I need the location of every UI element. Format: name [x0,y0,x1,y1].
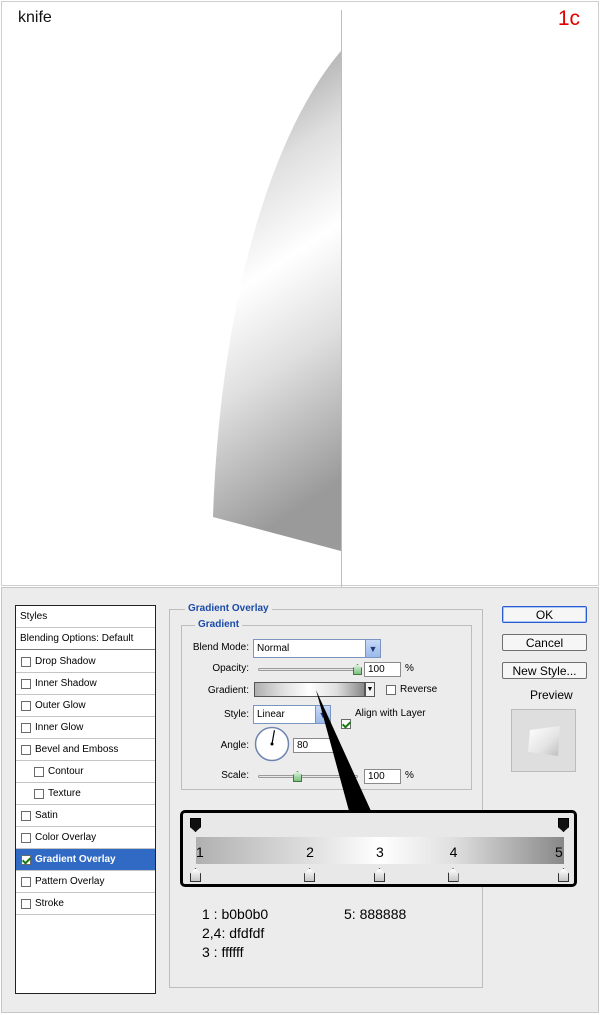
note-line-2: 2,4: dfdfdf [202,925,265,941]
style-item-label: Satin [35,810,58,821]
opacity-input[interactable]: 100 [364,662,401,677]
angle-label: Angle: [220,740,249,751]
opacity-stop[interactable] [558,818,569,832]
blend-mode-label: Blend Mode: [192,642,249,653]
style-item-checkbox[interactable] [21,656,31,667]
opacity-unit: % [405,663,414,674]
style-item-label: Inner Glow [35,722,84,733]
step-label: 1c [557,7,580,30]
style-item[interactable]: Satin [16,805,155,827]
style-item[interactable]: Texture [16,783,155,805]
style-item-label: Stroke [35,898,64,909]
color-stop[interactable] [190,868,201,882]
gradient-stop-label: 5 [555,844,563,860]
color-stop[interactable] [447,868,459,882]
gradient-stop-label: 4 [449,844,458,860]
color-stop[interactable] [558,868,569,882]
preview-shape [528,726,560,756]
style-value: Linear [257,709,285,720]
preview-label: Preview [530,688,573,702]
style-item[interactable]: Contour [16,761,155,783]
style-item-checkbox[interactable] [21,898,31,909]
blending-options-item[interactable]: Blending Options: Default [16,628,155,650]
reverse-checkbox[interactable] [386,685,396,695]
section-title: Gradient Overlay [185,603,272,614]
gradient-editor-callout: 1 2 3 4 5 [180,810,577,887]
opacity-value: 100 [368,664,385,675]
style-item[interactable]: Outer Glow [16,695,155,717]
style-item[interactable]: Gradient Overlay [16,849,155,871]
reverse-label: Reverse [400,684,438,695]
blending-options-label: Blending Options: Default [20,633,134,644]
style-item-checkbox[interactable] [21,854,31,865]
gradient-group-title: Gradient [195,619,243,630]
style-label: Style: [223,709,249,720]
style-item-label: Bevel and Emboss [35,744,119,755]
style-item[interactable]: Stroke [16,893,155,915]
ok-button[interactable]: OK [502,606,587,623]
style-item-label: Gradient Overlay [35,854,116,865]
scale-unit: % [405,770,414,781]
style-item[interactable]: Inner Glow [16,717,155,739]
color-stop[interactable] [304,868,316,882]
style-item-label: Pattern Overlay [35,876,105,887]
layer-style-dialog: Styles Blending Options: Default Drop Sh… [1,587,599,1013]
style-item-label: Drop Shadow [35,656,96,667]
opacity-stop[interactable] [190,818,201,832]
blend-mode-value: Normal [257,643,290,654]
angle-dial-center [270,742,274,746]
canvas-title: knife [18,9,52,26]
style-item-checkbox[interactable] [21,678,31,689]
style-item-checkbox[interactable] [21,700,31,711]
style-item[interactable]: Pattern Overlay [16,871,155,893]
scale-label: Scale: [221,770,249,781]
note-line-1-right: 5: 888888 [344,906,407,922]
gradient-stop-label: 2 [306,844,314,860]
style-item-checkbox[interactable] [34,788,44,799]
gradient-label: Gradient: [207,685,249,696]
style-item-label: Outer Glow [35,700,86,711]
opacity-slider-track[interactable] [258,668,358,671]
document-canvas[interactable]: knife 1c [1,1,599,587]
style-item-checkbox[interactable] [21,722,31,733]
style-item[interactable]: Bevel and Emboss [16,739,155,761]
callout-pointer-shape [316,690,371,811]
style-item-label: Color Overlay [35,832,97,843]
style-item[interactable]: Drop Shadow [16,651,155,673]
angle-dial[interactable] [254,726,290,762]
new-style-button[interactable]: New Style... [502,662,587,679]
style-item[interactable]: Color Overlay [16,827,155,849]
note-line-1: 1 : b0b0b0 [202,906,269,922]
style-item-label: Inner Shadow [35,678,97,689]
style-item[interactable]: Inner Shadow [16,673,155,695]
opacity-label: Opacity: [212,663,249,674]
style-item-checkbox[interactable] [21,832,31,843]
knife-illustration [213,10,342,587]
style-item-checkbox[interactable] [21,744,31,755]
styles-header-label: Styles [20,611,48,622]
gradient-stop-label: 3 [376,844,384,860]
knife-blade-shape [213,51,341,551]
callout-pointer [316,690,371,811]
note-line-3: 3 : ffffff [202,944,244,960]
styles-header[interactable]: Styles [16,606,155,628]
chevron-down-icon[interactable]: ▼ [365,640,380,657]
blend-mode-select[interactable]: Normal ▼ [253,639,381,658]
cancel-button[interactable]: Cancel [502,634,587,651]
style-item-checkbox[interactable] [34,766,44,777]
style-item-checkbox[interactable] [21,810,31,821]
style-item-label: Contour [48,766,84,777]
preview-swatch [528,726,560,756]
styles-list: Styles Blending Options: Default Drop Sh… [15,605,156,994]
style-item-checkbox[interactable] [21,876,31,887]
style-item-label: Texture [48,788,81,799]
page: knife 1c Styles Blending Options: Defaul… [0,0,600,1015]
color-stop[interactable] [374,868,385,882]
preview-thumbnail [511,709,576,772]
gradient-stop-label: 1 [196,844,204,860]
